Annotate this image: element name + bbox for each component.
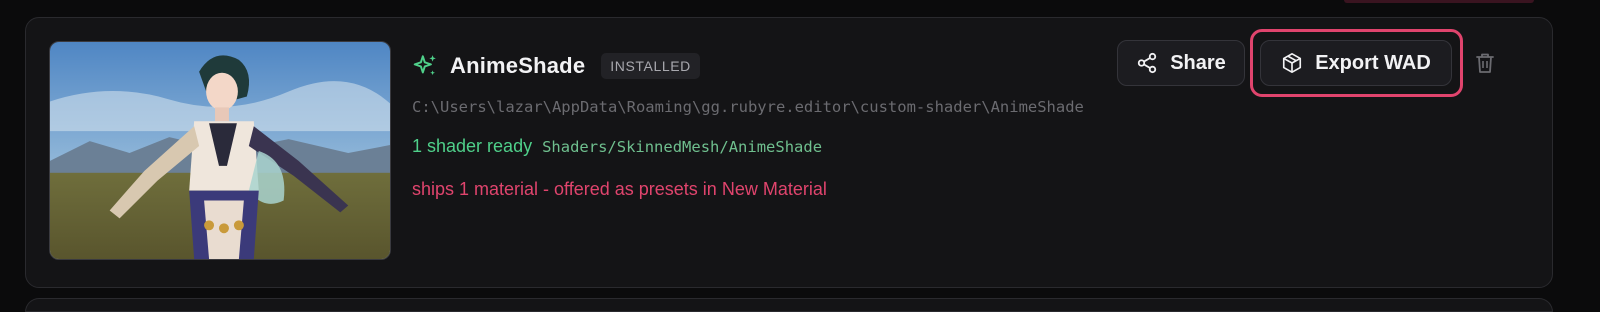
next-card-edge <box>25 298 1553 312</box>
share-icon <box>1138 52 1157 74</box>
shader-ready-text: 1 shader ready <box>412 136 533 156</box>
trash-icon[interactable] <box>1473 51 1497 75</box>
shader-package-card: AnimeShade INSTALLED C:\Users\lazar\AppD… <box>25 17 1553 288</box>
previous-card-edge <box>0 0 1600 14</box>
package-install-path: C:\Users\lazar\AppData\Roaming\gg.rubyre… <box>412 98 1084 116</box>
materials-note: ships 1 material - offered as presets in… <box>412 179 827 199</box>
sparkle-icon <box>413 55 436 76</box>
package-icon <box>1283 53 1302 73</box>
share-button-label: Share <box>1170 51 1226 74</box>
shader-asset-path: Shaders/SkinnedMesh/AnimeShade <box>542 138 823 156</box>
shader-status-row: 1 shader ready Shaders/SkinnedMesh/Anime… <box>412 136 822 157</box>
share-button[interactable]: Share <box>1117 40 1245 86</box>
status-badge: INSTALLED <box>601 53 700 79</box>
package-thumbnail <box>49 41 391 260</box>
previous-card-accent <box>1344 0 1534 3</box>
export-wad-button-label: Export WAD <box>1315 51 1431 74</box>
package-title-row: AnimeShade INSTALLED <box>412 51 700 81</box>
export-wad-button[interactable]: Export WAD <box>1260 40 1452 86</box>
character-preview-image <box>50 42 390 259</box>
package-name: AnimeShade <box>450 53 586 78</box>
